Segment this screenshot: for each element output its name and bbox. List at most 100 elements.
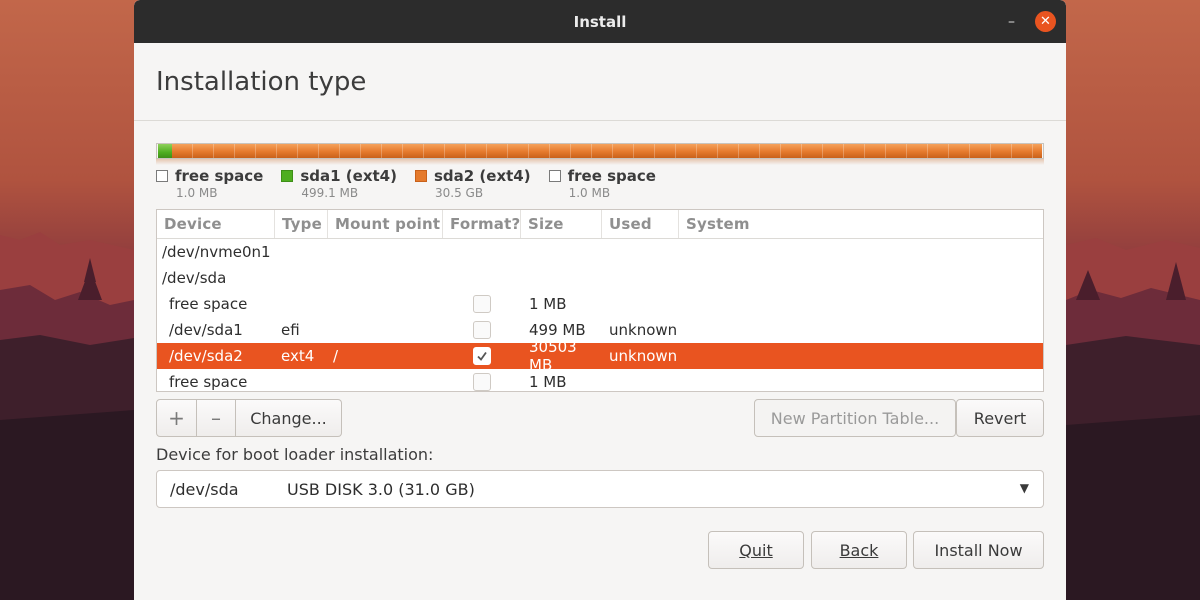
mount-cell: [328, 317, 443, 343]
legend-size: 30.5 GB: [434, 186, 484, 200]
dropdown-arrow-icon: ▼: [1019, 481, 1029, 495]
close-button[interactable]: ✕: [1035, 11, 1056, 32]
partition-legend: free space 1.0 MB sda1 (ext4) 499.1 MB s…: [156, 167, 674, 200]
partition-bar-free-space: [1042, 144, 1043, 158]
format-cell: [443, 317, 521, 343]
partition-actions: + – Change...: [156, 399, 342, 437]
minimize-icon: –: [1008, 13, 1015, 30]
change-partition-button[interactable]: Change...: [236, 399, 342, 437]
type-cell: [275, 291, 328, 317]
system-cell: [679, 343, 1043, 369]
minus-icon: –: [211, 406, 221, 430]
legend-name: sda1 (ext4): [300, 167, 397, 185]
partition-bar-sda2: [172, 144, 1042, 158]
system-cell: [679, 369, 1043, 395]
used-cell: [602, 369, 679, 395]
page-title: Installation type: [156, 66, 367, 97]
partition-bar: [156, 143, 1044, 159]
page-header: Installation type: [134, 43, 1066, 121]
device-cell: free space: [169, 295, 248, 313]
size-cell: 30503 MB: [529, 338, 577, 374]
column-header-system[interactable]: System: [679, 210, 1043, 238]
boot-loader-description: USB DISK 3.0 (31.0 GB): [287, 479, 475, 499]
table-row[interactable]: /dev/sda: [157, 265, 1043, 291]
format-cell: [443, 291, 521, 317]
partition-bar-shadow: [156, 159, 1044, 165]
legend-size: 1.0 MB: [176, 186, 218, 200]
legend-swatch: [156, 170, 168, 182]
partition-bar-sda1: [158, 144, 172, 158]
legend-size: 1.0 MB: [568, 186, 611, 200]
column-header-used[interactable]: Used: [602, 210, 679, 238]
install-now-button[interactable]: Install Now: [913, 531, 1044, 569]
table-row-selected[interactable]: /dev/sda2 ext4 / 30503 MB unknown: [157, 338, 1043, 374]
table-row[interactable]: free space 1 MB: [157, 369, 1043, 395]
device-cell: /dev/sda2: [169, 347, 243, 365]
revert-button[interactable]: Revert: [956, 399, 1044, 437]
type-cell: ext4: [281, 347, 315, 365]
legend-name: free space: [567, 167, 656, 185]
checkmark-icon: [477, 351, 487, 361]
wallpaper-right: [1066, 0, 1200, 600]
used-cell: [602, 291, 679, 317]
legend-item: sda2 (ext4) 30.5 GB: [414, 167, 531, 200]
wallpaper-left: [0, 0, 134, 600]
column-header-size[interactable]: Size: [521, 210, 602, 238]
size-cell: 1 MB: [529, 373, 567, 391]
legend-swatch: [548, 170, 561, 182]
legend-name: free space: [175, 167, 264, 185]
format-checkbox[interactable]: [473, 321, 491, 339]
back-label: Back: [839, 540, 879, 560]
mount-cell: [328, 369, 443, 395]
legend-name: sda2 (ext4): [433, 167, 531, 185]
close-icon: ✕: [1040, 14, 1051, 29]
device-cell: free space: [169, 373, 248, 391]
quit-button[interactable]: Quit: [708, 531, 804, 569]
legend-size: 499.1 MB: [301, 186, 359, 200]
boot-loader-label: Device for boot loader installation:: [156, 445, 434, 464]
install-now-label: Install Now: [934, 540, 1023, 560]
format-checkbox-checked[interactable]: [473, 347, 491, 365]
boot-loader-device: /dev/sda: [170, 479, 239, 499]
column-header-type[interactable]: Type: [275, 210, 328, 238]
boot-loader-select[interactable]: /dev/sda USB DISK 3.0 (31.0 GB) ▼: [156, 470, 1044, 508]
window-title: Install: [573, 12, 627, 31]
format-checkbox[interactable]: [473, 373, 491, 391]
size-cell: 1 MB: [529, 295, 567, 313]
table-header: Device Type Mount point Format? Size Use…: [157, 210, 1043, 239]
minimize-button[interactable]: –: [1001, 11, 1022, 32]
title-bar: Install – ✕: [134, 0, 1066, 43]
column-header-format[interactable]: Format?: [443, 210, 521, 238]
used-cell: unknown: [609, 321, 678, 339]
back-button[interactable]: Back: [811, 531, 907, 569]
quit-label: Quit: [739, 540, 773, 560]
device-cell: /dev/sda: [162, 269, 227, 287]
system-cell: [679, 291, 1043, 317]
add-partition-button[interactable]: +: [156, 399, 197, 437]
legend-item: sda1 (ext4) 499.1 MB: [281, 167, 397, 200]
mount-cell: /: [333, 347, 339, 365]
table-row[interactable]: /dev/nvme0n1: [157, 239, 1043, 265]
column-header-mount-point[interactable]: Mount point: [328, 210, 443, 238]
install-window: Install – ✕ Installation type free space: [134, 0, 1066, 600]
device-cell: /dev/nvme0n1: [162, 243, 271, 261]
mount-cell: [328, 291, 443, 317]
column-header-device[interactable]: Device: [157, 210, 275, 238]
system-cell: [679, 317, 1043, 343]
remove-partition-button[interactable]: –: [197, 399, 236, 437]
format-cell: [443, 343, 521, 369]
partition-table: Device Type Mount point Format? Size Use…: [156, 209, 1044, 392]
format-checkbox[interactable]: [473, 295, 491, 313]
used-cell: unknown: [609, 347, 678, 365]
legend-item: free space 1.0 MB: [156, 167, 263, 200]
legend-swatch: [281, 170, 294, 182]
plus-icon: +: [168, 406, 185, 430]
format-cell: [443, 369, 521, 395]
table-row[interactable]: free space 1 MB: [157, 291, 1043, 317]
device-cell: /dev/sda1: [169, 321, 243, 339]
type-cell: [275, 369, 328, 395]
legend-swatch: [414, 170, 427, 182]
type-cell: efi: [281, 321, 300, 339]
new-partition-table-button[interactable]: New Partition Table...: [754, 399, 956, 437]
legend-item: free space 1.0 MB: [548, 167, 656, 200]
